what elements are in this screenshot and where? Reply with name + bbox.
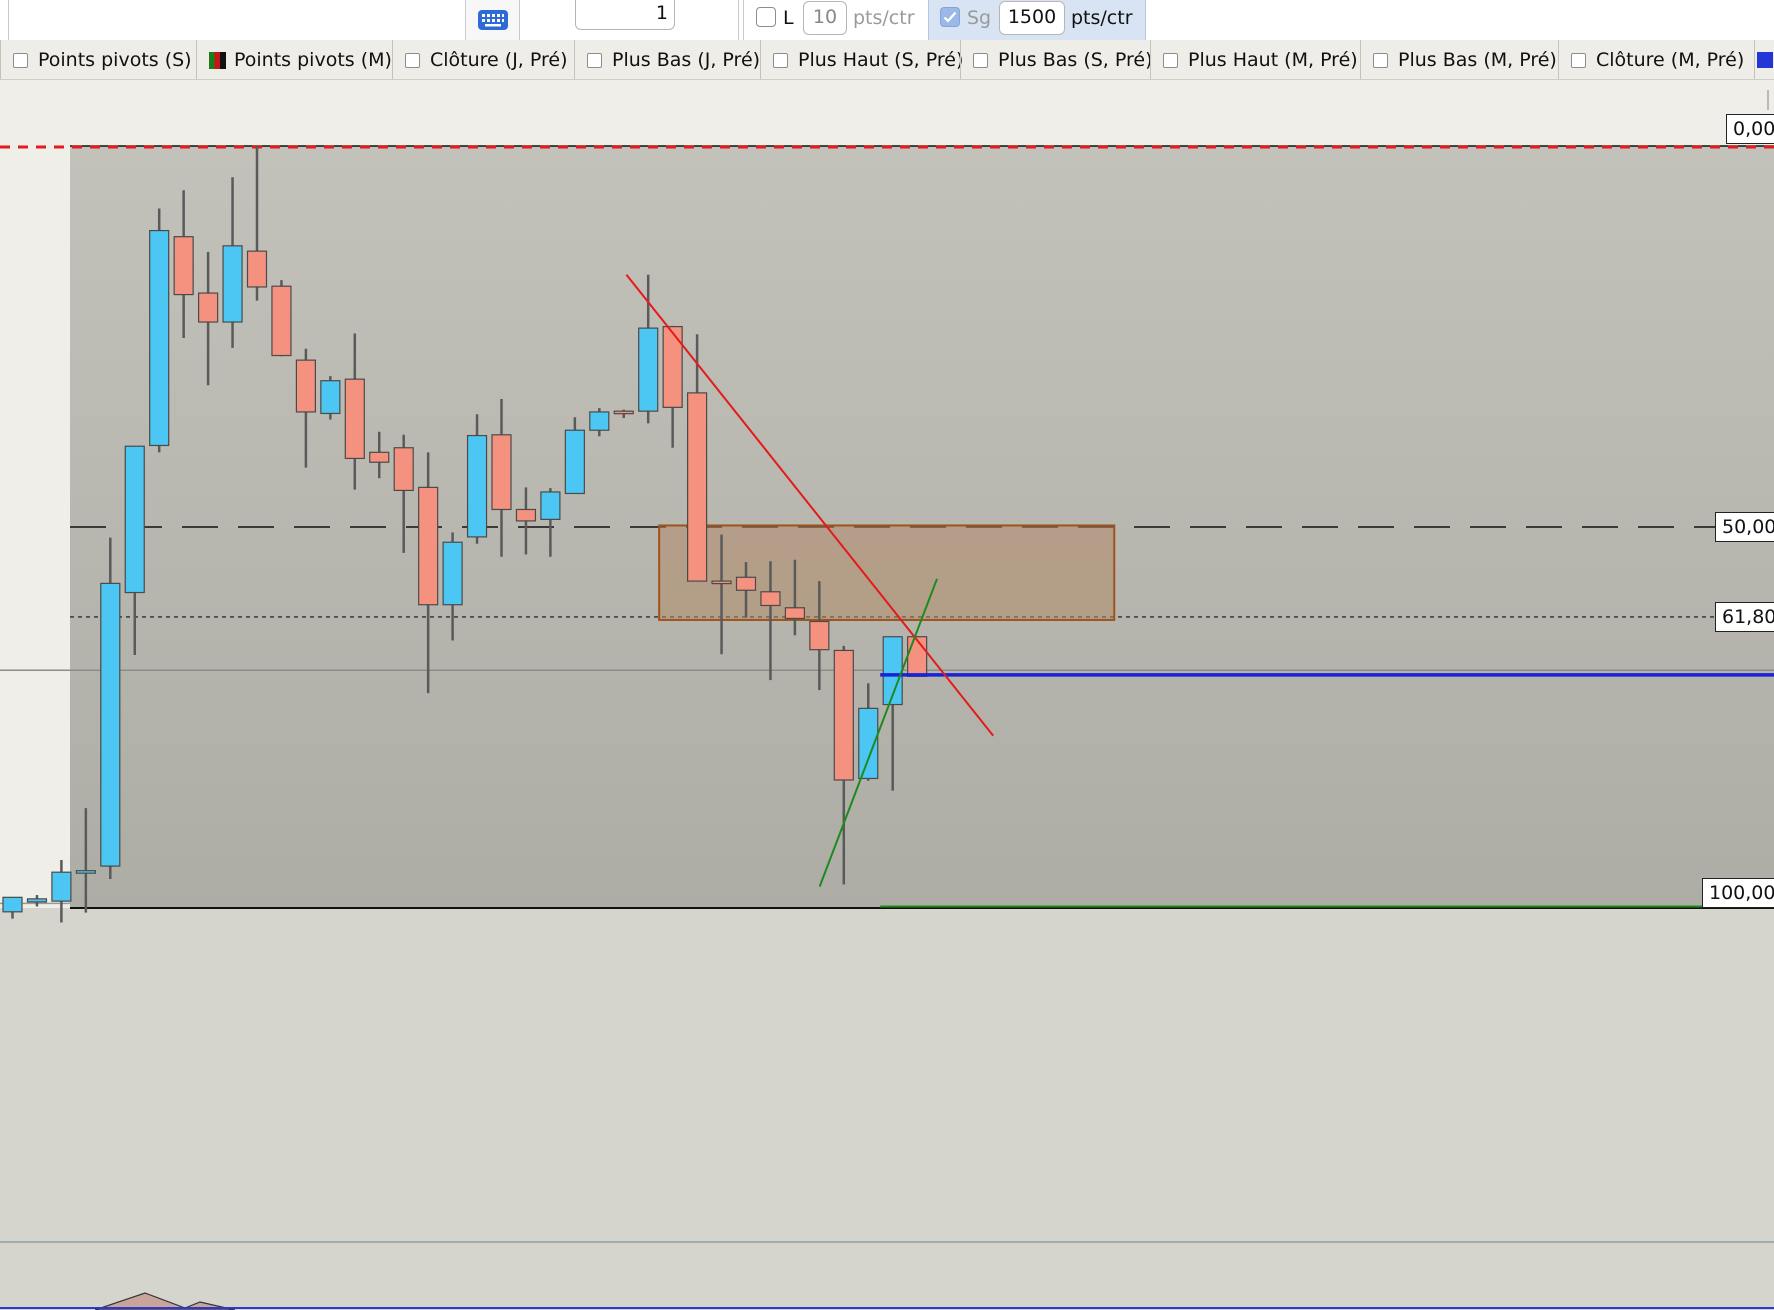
candle-body-bearish bbox=[686, 392, 708, 582]
candle-body-bearish bbox=[295, 359, 316, 413]
candle-body-bearish bbox=[515, 508, 537, 522]
candle bbox=[907, 635, 928, 677]
supply-zone bbox=[658, 524, 1116, 621]
candle-body-bearish bbox=[907, 636, 928, 677]
indicator-toggle-close-month[interactable]: Clôture (M, Pré) bbox=[1558, 40, 1754, 79]
sg-checkbox[interactable] bbox=[940, 7, 960, 27]
candle-body-bullish bbox=[638, 327, 659, 412]
candle-body-bullish bbox=[222, 245, 243, 323]
fib-label-50: 50,00 bbox=[1715, 512, 1774, 542]
fib-label-61-8: 61,80 bbox=[1715, 601, 1774, 632]
candle-body-bearish bbox=[393, 447, 414, 492]
indicator-toggle-high-month[interactable]: Plus Haut (M, Pré) bbox=[1150, 40, 1360, 79]
checkmark-icon bbox=[943, 11, 957, 23]
fib-label-0: 0,00 bbox=[1726, 114, 1774, 144]
keyboard-button[interactable] bbox=[465, 0, 520, 40]
candle-body-bearish bbox=[344, 378, 365, 460]
toolbar-divider bbox=[743, 0, 744, 40]
candle-body-bearish bbox=[711, 580, 732, 585]
candle-body-bearish bbox=[491, 434, 512, 511]
indicator-label: Plus Haut (S, Pré) bbox=[798, 49, 964, 71]
candle-body-bearish bbox=[809, 620, 830, 651]
indicator-toggle-close-day[interactable]: Clôture (J, Pré) bbox=[392, 40, 574, 79]
candle bbox=[271, 280, 292, 357]
l-unit-label: pts/ctr bbox=[853, 7, 915, 29]
indicator-label: Plus Bas (M, Pré) bbox=[1398, 49, 1557, 71]
candle-body-bullish bbox=[540, 491, 561, 520]
indicator-checkbox[interactable] bbox=[1163, 52, 1178, 68]
candle-body-bearish bbox=[198, 292, 219, 323]
candle-body-bullish bbox=[124, 445, 145, 594]
toolbar-divider bbox=[738, 0, 739, 40]
candle-body-bearish bbox=[662, 325, 683, 408]
l-value-input[interactable]: 10 bbox=[803, 1, 847, 35]
sg-group: Sg 1500 pts/ctr bbox=[928, 0, 1146, 40]
candle-body-bullish bbox=[51, 871, 72, 902]
indicator-checkbox[interactable] bbox=[1571, 52, 1586, 68]
l-checkbox[interactable] bbox=[756, 7, 776, 27]
candle-body-bullish bbox=[564, 429, 585, 495]
indicator-checkbox[interactable] bbox=[973, 52, 988, 68]
candle-body-bearish bbox=[784, 607, 806, 620]
chart-upper-pane bbox=[0, 80, 1774, 146]
indicator-label: Plus Bas (S, Pré) bbox=[998, 49, 1153, 71]
candle-body-bullish bbox=[442, 541, 463, 606]
candle-body-bearish bbox=[173, 236, 194, 296]
indicator-label: Clôture (M, Pré) bbox=[1596, 49, 1745, 71]
keyboard-icon bbox=[477, 10, 508, 30]
indicator-label: Points pivots (S) bbox=[38, 49, 192, 71]
candle-body-bullish bbox=[100, 582, 121, 867]
indicator-label: Plus Bas (J, Pré) bbox=[612, 49, 761, 71]
candle bbox=[149, 208, 170, 453]
candle-body-bearish bbox=[271, 285, 292, 357]
sg-label: Sg bbox=[967, 7, 992, 29]
candle-body-bearish bbox=[369, 451, 390, 463]
indicator-toggle-bar: Points pivots (S) Points pivots (M) Clôt… bbox=[0, 40, 1774, 80]
l-label: L bbox=[783, 7, 794, 29]
candle bbox=[100, 537, 121, 880]
candlestick-chart[interactable] bbox=[0, 80, 1774, 1310]
indicator-label: Points pivots (M) bbox=[234, 49, 392, 71]
candle-body-bearish bbox=[613, 410, 634, 415]
indicator-label: Clôture (J, Pré) bbox=[430, 49, 568, 71]
sg-value-input[interactable]: 1500 bbox=[999, 1, 1065, 35]
indicator-toggle-pivots-s[interactable]: Points pivots (S) bbox=[0, 40, 196, 79]
toolbar-divider bbox=[8, 0, 9, 40]
indicator-label: Plus Haut (M, Pré) bbox=[1188, 49, 1358, 71]
candle-body-bullish bbox=[320, 380, 341, 415]
candle-body-bearish bbox=[735, 576, 757, 591]
candle bbox=[320, 376, 341, 420]
order-toolbar: 1 L 10 pts/ctr Sg 1500 pts/ctr bbox=[0, 0, 1774, 40]
chart-left-margin bbox=[0, 146, 70, 908]
candle-body-bullish bbox=[466, 434, 488, 538]
indicator-toggle-pivots-m[interactable]: Points pivots (M) bbox=[196, 40, 392, 79]
indicator-checkbox[interactable] bbox=[587, 52, 602, 68]
indicator-checkbox[interactable] bbox=[1373, 52, 1388, 68]
sg-unit-label: pts/ctr bbox=[1071, 7, 1133, 29]
candle-body-bearish bbox=[418, 486, 439, 606]
indicator-color-swatch[interactable] bbox=[1757, 52, 1773, 68]
indicator-toggle-high-week[interactable]: Plus Haut (S, Pré) bbox=[760, 40, 964, 79]
candle-body-bullish bbox=[2, 896, 23, 913]
indicator-toggle-low-week[interactable]: Plus Bas (S, Pré) bbox=[960, 40, 1153, 79]
quantity-input[interactable]: 1 bbox=[575, 0, 675, 30]
fib-label-100: 100,00 bbox=[1702, 878, 1774, 908]
candle-body-bearish bbox=[833, 649, 854, 781]
candle-body-bullish bbox=[26, 898, 48, 903]
indicator-toggle-low-day[interactable]: Plus Bas (J, Pré) bbox=[574, 40, 761, 79]
candle-body-bullish bbox=[589, 411, 610, 431]
indicator-toggle-next[interactable] bbox=[1754, 40, 1774, 79]
price-chart[interactable]: 0,00 50,00 61,80 100,00 bbox=[0, 80, 1774, 1310]
candle-body-bullish bbox=[75, 870, 96, 874]
indicator-toggle-low-month[interactable]: Plus Bas (M, Pré) bbox=[1360, 40, 1558, 79]
candle-body-bearish bbox=[246, 250, 268, 288]
indicator-checkbox[interactable] bbox=[13, 52, 28, 68]
candle-body-bullish bbox=[149, 229, 170, 447]
candle-body-bearish bbox=[760, 591, 781, 607]
indicator-color-swatch[interactable] bbox=[209, 51, 226, 69]
indicator-checkbox[interactable] bbox=[773, 52, 788, 68]
indicator-checkbox[interactable] bbox=[405, 52, 420, 68]
